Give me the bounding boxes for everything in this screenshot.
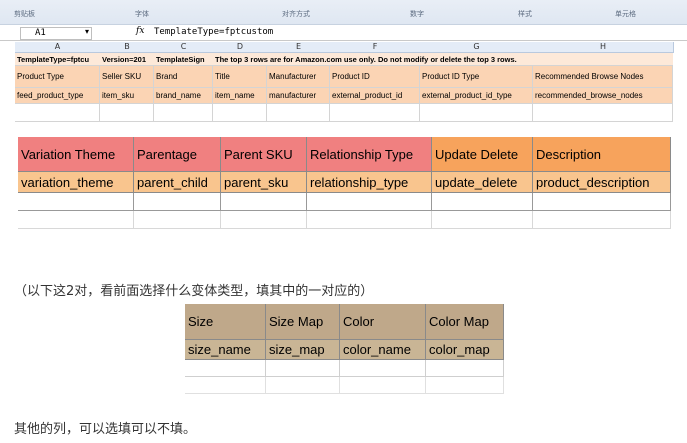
sheet-cell[interactable]: Manufacturer	[267, 66, 330, 88]
size-color-value-cell: color_map	[426, 340, 504, 360]
sheet-cell[interactable]: external_product_id_type	[420, 88, 533, 104]
variation-header-cell: Update Delete	[432, 137, 533, 172]
variation-value-cell: product_description	[533, 172, 671, 193]
sheet-cell[interactable]	[154, 104, 213, 122]
variation-value-cell: variation_theme	[18, 172, 134, 193]
sheet-cell[interactable]: Brand	[154, 66, 213, 88]
sheet-cell[interactable]: recommended_browse_nodes	[533, 88, 673, 104]
cell-reference: A1	[35, 28, 46, 38]
sheet-cell[interactable]: external_product_id	[330, 88, 420, 104]
variation-value-cell: parent_child	[134, 172, 221, 193]
formula-input[interactable]: TemplateType=fptcustom	[154, 27, 273, 37]
sheet-cell[interactable]	[213, 104, 267, 122]
size-color-empty-cell	[340, 377, 426, 394]
function-icon[interactable]: fx	[136, 26, 144, 36]
size-color-empty-cell	[426, 360, 504, 377]
ribbon-group-clipboard[interactable]: 剪贴板	[14, 9, 35, 19]
variation-value-cell: relationship_type	[307, 172, 432, 193]
ribbon-group-font[interactable]: 字体	[135, 9, 149, 19]
column-header-h[interactable]: H	[533, 42, 674, 53]
variation-header-cell: Parentage	[134, 137, 221, 172]
sheet-cell[interactable]: Version=201	[100, 53, 154, 66]
size-color-header-cell: Size Map	[266, 304, 340, 340]
variation-empty-cell	[221, 211, 307, 229]
chevron-down-icon[interactable]: ▾	[85, 27, 89, 36]
size-color-empty-cell	[185, 360, 266, 377]
variation-empty-cell	[221, 193, 307, 211]
sheet-cell[interactable]: Recommended Browse Nodes	[533, 66, 673, 88]
column-header-b[interactable]: B	[100, 42, 155, 53]
variation-header-cell: Relationship Type	[307, 137, 432, 172]
column-header-g[interactable]: G	[420, 42, 534, 53]
sheet-cell[interactable]: Product ID	[330, 66, 420, 88]
ribbon-group-cells[interactable]: 单元格	[615, 9, 636, 19]
variation-empty-cell	[307, 193, 432, 211]
ribbon-group-number[interactable]: 数字	[410, 9, 424, 19]
sheet-cell[interactable]	[267, 104, 330, 122]
size-color-empty-cell	[185, 377, 266, 394]
sheet-cell[interactable]	[15, 104, 100, 122]
sheet-cell[interactable]	[100, 104, 154, 122]
size-color-header-cell: Size	[185, 304, 266, 340]
size-color-value-cell: color_name	[340, 340, 426, 360]
sheet-cell[interactable]: feed_product_type	[15, 88, 100, 104]
size-color-header-cell: Color	[340, 304, 426, 340]
variation-empty-cell	[432, 211, 533, 229]
column-header-a[interactable]: A	[15, 42, 101, 53]
column-header-e[interactable]: E	[267, 42, 331, 53]
variation-header-cell: Parent SKU	[221, 137, 307, 172]
note-other-columns: 其他的列，可以选填可以不填。	[14, 422, 197, 437]
variation-header-cell: Variation Theme	[18, 137, 134, 172]
sheet-cell[interactable]: manufacturer	[267, 88, 330, 104]
sheet-cell[interactable]: Title	[213, 66, 267, 88]
variation-empty-cell	[533, 193, 671, 211]
sheet-cell[interactable]: TemplateSign	[154, 53, 213, 66]
sheet-cell[interactable]: item_name	[213, 88, 267, 104]
variation-empty-cell	[134, 211, 221, 229]
sheet-cell[interactable]: TemplateType=fptcu	[15, 53, 100, 66]
sheet-cell[interactable]: The top 3 rows are for Amazon.com use on…	[213, 53, 673, 66]
column-header-c[interactable]: C	[154, 42, 214, 53]
variation-empty-cell	[134, 193, 221, 211]
sheet-cell[interactable]	[330, 104, 420, 122]
ribbon-group-styles[interactable]: 样式	[518, 9, 532, 19]
column-header-d[interactable]: D	[213, 42, 268, 53]
note-variation-pairs: （以下这2对，看前面选择什么变体类型，填其中的一对应的）	[14, 284, 374, 299]
variation-empty-cell	[18, 211, 134, 229]
sheet-cell[interactable]: Product Type	[15, 66, 100, 88]
sheet-cell[interactable]: Seller SKU	[100, 66, 154, 88]
variation-empty-cell	[307, 211, 432, 229]
variation-empty-cell	[432, 193, 533, 211]
sheet-cell[interactable]: brand_name	[154, 88, 213, 104]
column-header-f[interactable]: F	[330, 42, 421, 53]
size-color-value-cell: size_name	[185, 340, 266, 360]
sheet-cell[interactable]	[420, 104, 533, 122]
sheet-cell[interactable]	[533, 104, 673, 122]
size-color-empty-cell	[266, 360, 340, 377]
size-color-empty-cell	[266, 377, 340, 394]
name-box[interactable]: A1 ▾	[20, 27, 92, 40]
sheet-cell[interactable]: item_sku	[100, 88, 154, 104]
size-color-value-cell: size_map	[266, 340, 340, 360]
variation-value-cell: parent_sku	[221, 172, 307, 193]
ribbon-toolbar: 剪贴板 字体 对齐方式 数字 样式 单元格	[0, 0, 687, 25]
variation-empty-cell	[533, 211, 671, 229]
sheet-cell[interactable]: Product ID Type	[420, 66, 533, 88]
formula-bar: A1 ▾ fx TemplateType=fptcustom	[0, 26, 687, 41]
variation-empty-cell	[18, 193, 134, 211]
size-color-empty-cell	[426, 377, 504, 394]
ribbon-group-alignment[interactable]: 对齐方式	[282, 9, 310, 19]
variation-header-cell: Description	[533, 137, 671, 172]
size-color-empty-cell	[340, 360, 426, 377]
size-color-header-cell: Color Map	[426, 304, 504, 340]
variation-value-cell: update_delete	[432, 172, 533, 193]
